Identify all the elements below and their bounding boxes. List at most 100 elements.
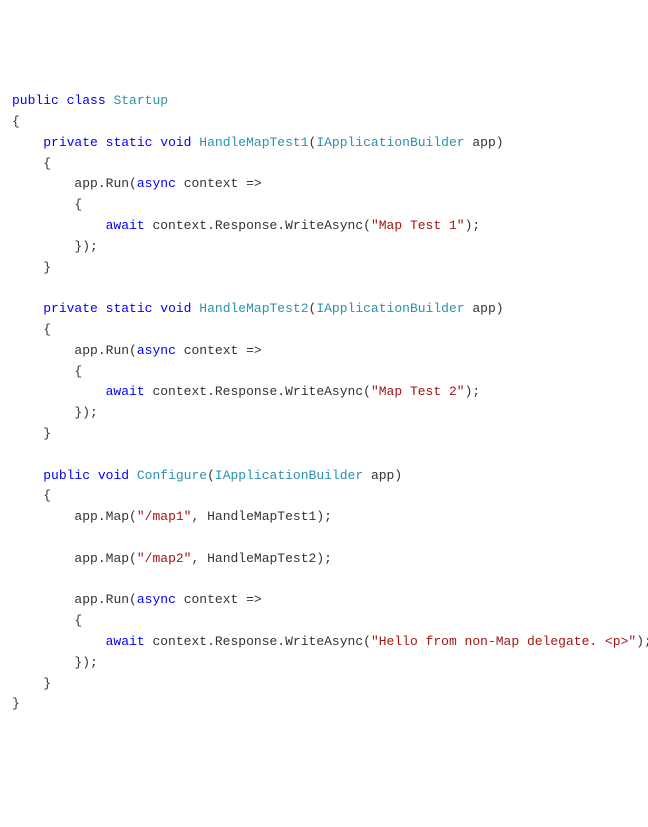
dot: . [207, 218, 215, 233]
type-iapplicationbuilder: IApplicationBuilder [316, 301, 464, 316]
paren: ) [82, 239, 90, 254]
paren: ( [129, 551, 137, 566]
comma: , [191, 551, 199, 566]
brace: { [74, 364, 82, 379]
identifier: context [184, 343, 239, 358]
keyword-void: void [160, 135, 191, 150]
paren: ) [316, 509, 324, 524]
identifier: app [472, 301, 495, 316]
keyword-private: private [43, 301, 98, 316]
method-handlemaptest1: HandleMapTest1 [199, 135, 308, 150]
brace: { [43, 156, 51, 171]
semicolon: ; [90, 239, 98, 254]
paren: ( [207, 468, 215, 483]
keyword-await: await [106, 218, 145, 233]
keyword-void: void [98, 468, 129, 483]
keyword-class: class [67, 93, 106, 108]
keyword-async: async [137, 176, 176, 191]
keyword-private: private [43, 135, 98, 150]
arrow: => [246, 343, 262, 358]
identifier: Map [106, 551, 129, 566]
brace: { [43, 488, 51, 503]
identifier: HandleMapTest2 [207, 551, 316, 566]
brace: } [74, 655, 82, 670]
paren: ( [363, 218, 371, 233]
code-block: public class Startup { private static vo… [12, 91, 636, 715]
brace: } [43, 426, 51, 441]
dot: . [207, 384, 215, 399]
dot: . [98, 509, 106, 524]
dot: . [98, 551, 106, 566]
identifier: WriteAsync [285, 384, 363, 399]
comma: , [191, 509, 199, 524]
semicolon: ; [90, 405, 98, 420]
keyword-public: public [12, 93, 59, 108]
dot: . [277, 634, 285, 649]
paren: ( [129, 176, 137, 191]
paren: ( [363, 634, 371, 649]
string-literal: "Hello from non-Map delegate. <p>" [371, 634, 636, 649]
brace: } [12, 696, 20, 711]
paren: ) [316, 551, 324, 566]
identifier: HandleMapTest1 [207, 509, 316, 524]
dot: . [98, 176, 106, 191]
paren: ( [363, 384, 371, 399]
paren: ) [496, 135, 504, 150]
paren: ) [496, 301, 504, 316]
keyword-public: public [43, 468, 90, 483]
semicolon: ; [472, 384, 480, 399]
identifier: Run [106, 176, 129, 191]
keyword-async: async [137, 343, 176, 358]
semicolon: ; [472, 218, 480, 233]
identifier: Response [215, 384, 277, 399]
brace: } [43, 260, 51, 275]
type-iapplicationbuilder: IApplicationBuilder [215, 468, 363, 483]
identifier: app [371, 468, 394, 483]
dot: . [277, 384, 285, 399]
arrow: => [246, 176, 262, 191]
type-startup: Startup [113, 93, 168, 108]
brace: } [43, 676, 51, 691]
paren: ( [129, 343, 137, 358]
identifier: context [152, 634, 207, 649]
paren: ) [636, 634, 644, 649]
keyword-await: await [106, 634, 145, 649]
identifier: app [74, 509, 97, 524]
identifier: WriteAsync [285, 218, 363, 233]
string-literal: "/map2" [137, 551, 192, 566]
brace: { [74, 613, 82, 628]
identifier: Response [215, 634, 277, 649]
brace: { [74, 197, 82, 212]
string-literal: "Map Test 2" [371, 384, 465, 399]
keyword-await: await [106, 384, 145, 399]
paren: ) [82, 655, 90, 670]
paren: ( [129, 509, 137, 524]
identifier: app [74, 176, 97, 191]
semicolon: ; [90, 655, 98, 670]
identifier: Run [106, 343, 129, 358]
paren: ) [394, 468, 402, 483]
dot: . [277, 218, 285, 233]
identifier: WriteAsync [285, 634, 363, 649]
semicolon: ; [324, 551, 332, 566]
identifier: context [152, 384, 207, 399]
brace: { [43, 322, 51, 337]
string-literal: "/map1" [137, 509, 192, 524]
identifier: Response [215, 218, 277, 233]
identifier: app [472, 135, 495, 150]
identifier: app [74, 343, 97, 358]
method-configure: Configure [137, 468, 207, 483]
identifier: context [152, 218, 207, 233]
string-literal: "Map Test 1" [371, 218, 465, 233]
type-iapplicationbuilder: IApplicationBuilder [316, 135, 464, 150]
keyword-static: static [106, 301, 153, 316]
paren: ) [82, 405, 90, 420]
dot: . [207, 634, 215, 649]
brace: { [12, 114, 20, 129]
semicolon: ; [644, 634, 648, 649]
identifier: Map [106, 509, 129, 524]
method-handlemaptest2: HandleMapTest2 [199, 301, 308, 316]
dot: . [98, 343, 106, 358]
identifier: context [184, 176, 239, 191]
keyword-static: static [106, 135, 153, 150]
